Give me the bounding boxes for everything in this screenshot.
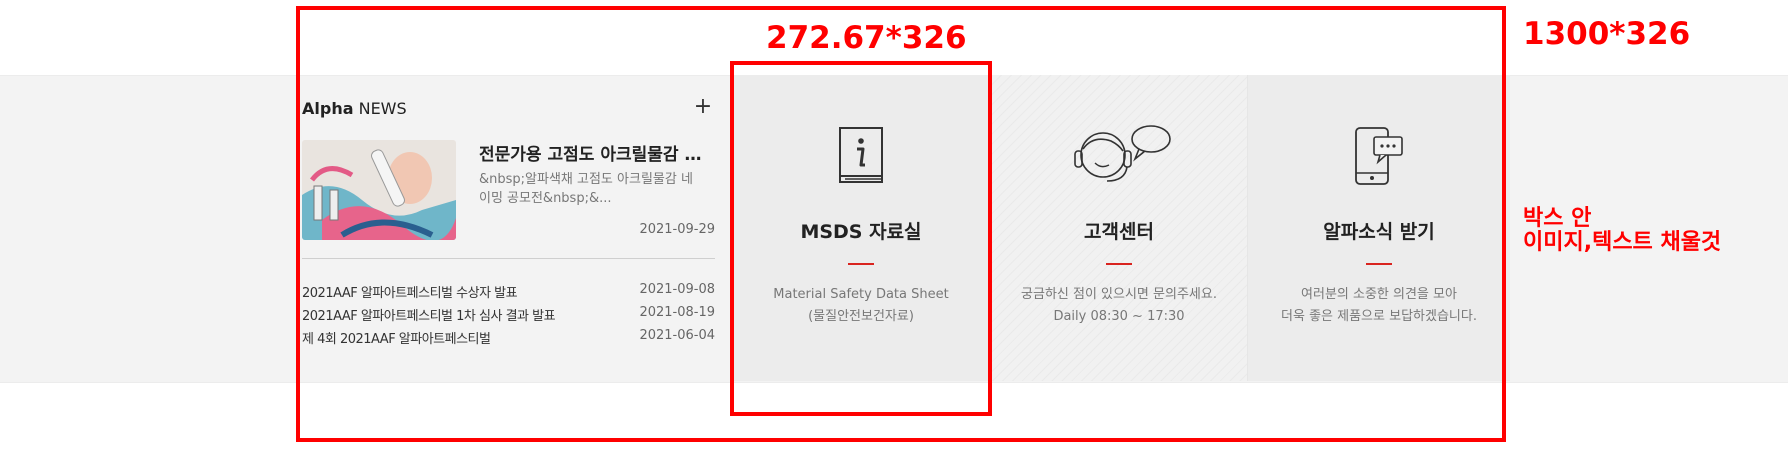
annotation-inner-size: 272.67*326: [766, 20, 967, 56]
annotation-note: 박스 안 이미지,텍스트 채울것: [1523, 206, 1722, 255]
annotation-inner-frame: [730, 61, 992, 416]
annotation-outer-size: 1300*326: [1523, 16, 1691, 52]
